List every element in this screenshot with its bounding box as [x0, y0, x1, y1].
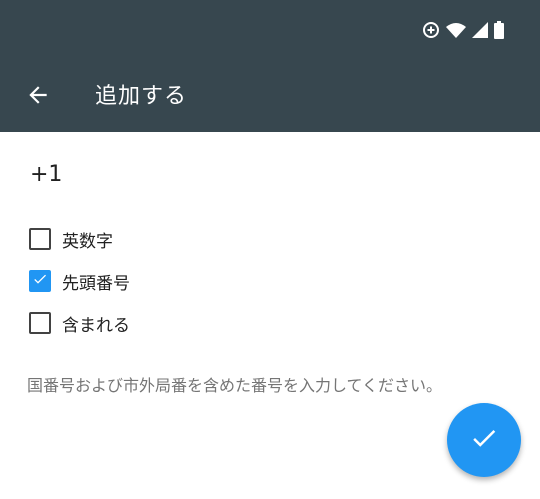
checkbox-label: 英数字 [62, 231, 113, 252]
checkbox-contains[interactable]: 含まれる [29, 311, 130, 336]
check-icon [32, 271, 48, 291]
checkbox-label: 含まれる [62, 315, 130, 336]
signal-icon [472, 22, 488, 38]
battery-icon [494, 21, 504, 39]
checkbox-box[interactable] [29, 270, 51, 292]
checkbox-alphanumeric[interactable]: 英数字 [29, 227, 113, 252]
check-icon [469, 423, 499, 457]
checkbox-box[interactable] [29, 312, 51, 334]
app-bar: 追加する [0, 62, 540, 132]
page-title: 追加する [95, 84, 188, 109]
status-bar [0, 0, 540, 62]
checkbox-label: 先頭番号 [62, 273, 130, 294]
back-button[interactable] [14, 73, 62, 121]
checkbox-prefix[interactable]: 先頭番号 [29, 269, 130, 294]
arrow-left-icon [25, 82, 51, 112]
confirm-button[interactable] [447, 403, 521, 477]
phone-number-input[interactable] [30, 157, 500, 191]
hint-text: 国番号および市外局番を含めた番号を入力してください。 [27, 376, 443, 395]
wifi-icon [446, 22, 466, 38]
checkbox-box[interactable] [29, 228, 51, 250]
data-saver-icon [422, 21, 440, 39]
